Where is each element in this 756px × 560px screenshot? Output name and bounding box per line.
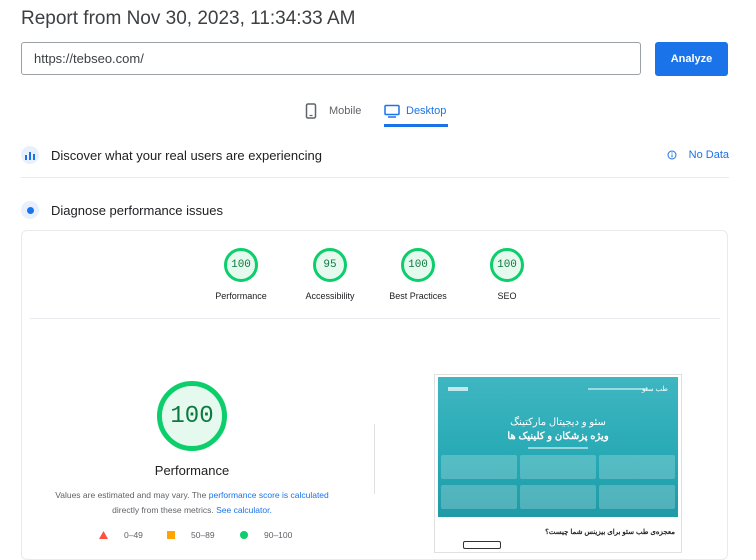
tab-desktop[interactable]: Desktop [384,100,446,122]
score-gauge: 100 [490,248,524,282]
note-prefix: Values are estimated and may vary. The [55,490,209,500]
legend-pass: 90–100 [240,530,292,540]
screenshot-headline-1: سئو و دیجیتال مارکتینگ [510,417,606,428]
score-gauge: 100 [224,248,258,282]
analyze-button[interactable]: Analyze [655,42,728,76]
phone-icon [305,103,317,119]
see-calculator-link[interactable]: See calculator. [216,505,272,515]
tab-mobile[interactable]: Mobile [305,100,361,122]
lab-pulse-icon [21,201,39,219]
scores-divider [30,318,720,319]
performance-title: Performance [154,463,230,478]
score-accessibility[interactable]: 95 Accessibility [285,248,375,301]
url-input[interactable] [21,42,641,75]
active-tab-indicator [384,124,448,127]
no-data-status[interactable]: No Data [667,149,729,161]
note-middle: directly from these metrics. [112,505,217,515]
score-seo[interactable]: 100 SEO [462,248,552,301]
screenshot-headline-2: ویژه پزشکان و کلینیک ها [507,431,609,442]
score-gauge: 95 [313,248,347,282]
legend-fail: 0–49 [99,530,143,540]
performance-gauge: 100 [157,381,227,451]
info-icon [667,150,677,160]
legend-range: 0–49 [124,530,143,540]
diagnose-row: Diagnose performance issues [21,199,729,221]
score-best-practices[interactable]: 100 Best Practices [373,248,463,301]
tab-mobile-label: Mobile [329,105,362,117]
field-data-row: Discover what your real users are experi… [21,144,729,166]
score-label: Accessibility [305,291,355,301]
screenshot-hero: طب سئو سئو و دیجیتال مارکتینگ ویژه پزشکا… [438,377,678,517]
triangle-icon [99,531,108,539]
diagnose-heading: Diagnose performance issues [51,202,223,218]
score-label: SEO [497,291,517,301]
screenshot-footer-text: معجزه‌ی طب سئو برای بیزینس شما چیست؟ [545,529,675,536]
square-icon [167,531,175,539]
circle-icon [240,531,248,539]
score-performance[interactable]: 100 Performance [196,248,286,301]
users-chart-icon [21,146,39,164]
field-data-heading: Discover what your real users are experi… [51,147,322,163]
monitor-icon [384,104,400,118]
no-data-label: No Data [688,149,729,161]
tab-desktop-label: Desktop [406,105,447,117]
legend-range: 90–100 [264,530,293,540]
performance-note: Values are estimated and may vary. The p… [40,488,344,518]
page-screenshot: طب سئو سئو و دیجیتال مارکتینگ ویژه پزشکا… [434,374,682,553]
score-calc-link[interactable]: performance score is calculated [209,490,329,500]
vertical-divider [374,424,375,494]
score-gauge: 100 [401,248,435,282]
score-label: Performance [215,291,267,301]
report-title: Report from Nov 30, 2023, 11:34:33 AM [21,8,356,29]
legend-average: 50–89 [167,530,215,540]
section-divider [21,177,729,178]
legend-range: 50–89 [191,530,215,540]
score-label: Best Practices [389,291,447,301]
